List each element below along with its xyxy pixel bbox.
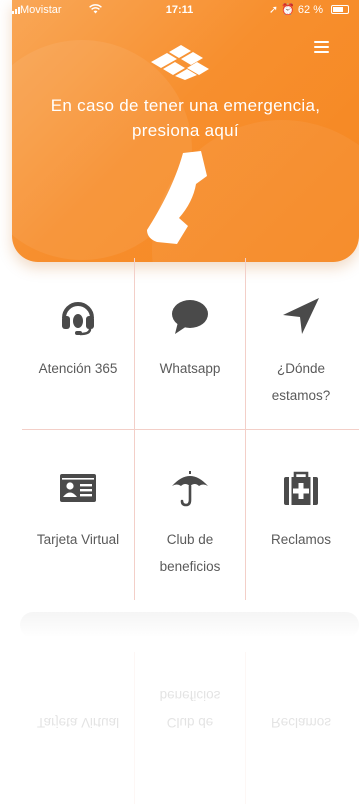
emergency-headline[interactable]: En caso de tener una emergencia, presion… bbox=[12, 93, 359, 143]
id-card-icon bbox=[60, 474, 96, 502]
battery-percent: 62 % bbox=[297, 4, 323, 16]
service-reclamos[interactable]: Reclamos bbox=[245, 430, 357, 600]
medical-kit-icon bbox=[284, 471, 318, 505]
service-tarjeta-virtual[interactable]: Tarjeta Virtual bbox=[22, 430, 134, 600]
grid-reflection: Tarjeta Virtual Club de beneficios Recla… bbox=[0, 652, 359, 804]
battery-icon bbox=[331, 5, 349, 14]
service-label: Tarjeta Virtual bbox=[36, 532, 120, 547]
service-label-line-1: ¿Dónde bbox=[276, 361, 326, 376]
company-logo bbox=[151, 45, 209, 80]
reflection-label: Tarjeta Virtual bbox=[36, 715, 120, 730]
status-bar: Movistar 17:11 ➚ ⏰ 62 % bbox=[0, 0, 359, 20]
headset-icon bbox=[62, 302, 94, 336]
service-label-line-2: estamos? bbox=[271, 388, 331, 403]
services-grid: Atención 365 Whatsapp ¿Dónde estamos? Ta… bbox=[12, 258, 359, 600]
umbrella-icon bbox=[172, 471, 208, 507]
service-label-line-2: beneficios bbox=[159, 559, 221, 574]
hamburger-menu-icon[interactable] bbox=[314, 41, 329, 56]
service-whatsapp[interactable]: Whatsapp bbox=[134, 258, 246, 429]
service-label: Reclamos bbox=[270, 532, 332, 547]
headline-line-1: En caso de tener una emergencia, bbox=[50, 96, 321, 115]
phone-icon[interactable] bbox=[143, 150, 219, 246]
alarm-icon: ⏰ bbox=[281, 4, 295, 16]
grid-shadow bbox=[20, 612, 359, 638]
reflection-label: Club de bbox=[166, 715, 214, 730]
service-label-line-1: Club de bbox=[166, 532, 214, 547]
service-donde-estamos[interactable]: ¿Dónde estamos? bbox=[245, 258, 357, 429]
service-label: Atención 365 bbox=[38, 361, 118, 376]
location-arrow-icon bbox=[283, 298, 319, 334]
reflection-label: Reclamos bbox=[270, 715, 332, 730]
location-icon: ➚ bbox=[268, 4, 279, 16]
service-atencion-365[interactable]: Atención 365 bbox=[22, 258, 134, 429]
service-club-de-beneficios[interactable]: Club de beneficios bbox=[134, 430, 246, 600]
reflection-label: beneficios bbox=[159, 688, 221, 703]
status-right: ➚ ⏰ 62 % bbox=[269, 0, 323, 20]
headline-line-2: presiona aquí bbox=[132, 121, 239, 140]
chat-bubble-icon bbox=[172, 300, 208, 334]
service-label: Whatsapp bbox=[159, 361, 221, 376]
